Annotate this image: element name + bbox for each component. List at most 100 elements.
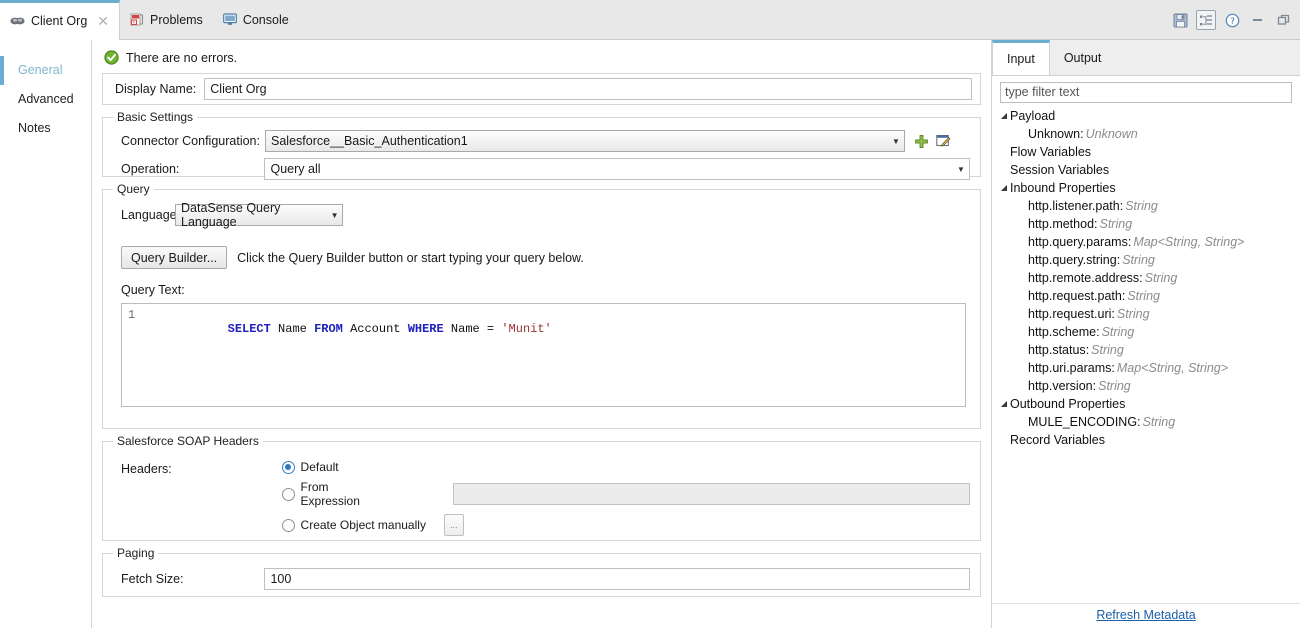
tree-node-label: http.request.path [1028,289,1122,303]
sql-operator: = [479,322,502,336]
outline-tree-icon[interactable] [1196,10,1216,30]
connector-configuration-combo[interactable]: Salesforce__Basic_Authentication1 ▼ [265,130,905,152]
radio-create-object-manually[interactable]: Create Object manually ... [281,514,970,536]
validation-status: There are no errors. [92,40,991,73]
tree-node-label: http.listener.path [1028,199,1120,213]
sidebar-item-label: Notes [18,121,51,135]
tree-node[interactable]: Session Variables [998,161,1300,179]
settings-sidebar: General Advanced Notes [0,40,92,628]
tree-node[interactable]: http.query.string : String [998,251,1300,269]
connector-editor: There are no errors. Display Name: Clien… [92,40,992,628]
tree-node-label: http.method [1028,217,1095,231]
filter-input[interactable]: type filter text [1000,82,1292,103]
language-value: DataSense Query Language [181,201,281,229]
radio-indicator [281,487,295,501]
operation-label: Operation: [121,162,180,176]
tree-node-label: Payload [1010,109,1056,123]
sql-identifier: Name [450,322,480,336]
tab-console[interactable]: Console [213,0,299,39]
close-icon[interactable]: ✕ [97,14,109,28]
display-name-panel: Display Name: Client Org [102,73,981,105]
query-builder-hint: Click the Query Builder button or start … [237,250,584,265]
tree-node-type: String [1091,343,1124,357]
tree-node-separator: : [1121,289,1126,303]
connector-configuration-label: Connector Configuration: [121,134,260,148]
tree-node-type: String [1099,217,1133,231]
tree-node-separator: : [1127,235,1132,249]
tree-node[interactable]: Flow Variables [998,143,1300,161]
tree-node[interactable]: http.listener.path : String [998,197,1300,215]
tree-node[interactable]: http.uri.params : Map<String, String> [998,359,1300,377]
tab-label: Console [242,12,289,27]
tree-node[interactable]: MULE_ENCODING : String [998,413,1300,431]
paging-group: Paging Fetch Size: 100 [102,546,981,597]
tree-node[interactable]: http.request.uri : String [998,305,1300,323]
tab-output[interactable]: Output [1050,40,1116,75]
tree-node-type: String [1101,325,1135,339]
save-icon[interactable] [1170,10,1190,30]
tree-node-label: http.query.string [1028,253,1117,267]
tree-node-type: Map<String, String> [1133,235,1245,249]
radio-default[interactable]: Default [281,460,970,474]
tree-node-separator: : [1096,325,1100,339]
tree-node-type: String [1098,379,1131,393]
sidebar-item-advanced[interactable]: Advanced [0,85,91,114]
basic-settings-title: Basic Settings [113,110,198,124]
tree-node-separator: : [1085,343,1090,357]
sql-keyword: SELECT [227,322,271,336]
chevron-down-icon: ▼ [330,210,339,220]
tree-node[interactable]: http.method : String [998,215,1300,233]
minimize-icon[interactable] [1248,10,1268,30]
tree-node-separator: : [1116,253,1121,267]
fetch-size-input[interactable]: 100 [264,568,970,590]
tree-node[interactable]: http.scheme : String [998,323,1300,341]
tree-node[interactable]: Unknown : Unknown [998,125,1300,143]
tree-node[interactable]: http.status : String [998,341,1300,359]
add-config-icon[interactable] [914,134,929,149]
tree-node[interactable]: http.request.path : String [998,287,1300,305]
tree-node-label: http.version [1028,379,1093,393]
sql-space [343,322,350,336]
connector-configuration-value: Salesforce__Basic_Authentication1 [271,134,468,148]
tree-node[interactable]: http.version : String [998,377,1300,395]
tree-node-label: Session Variables [1010,163,1110,177]
tab-input[interactable]: Input [992,40,1050,75]
query-text-editor[interactable]: 1 SELECT Name FROM Account WHERE Name = … [121,303,966,407]
tab-problems[interactable]: x Problems [120,0,213,39]
expand-arrow-icon: ◢ [1000,399,1008,408]
tree-node-type: String [1142,415,1176,429]
fetch-size-label: Fetch Size: [121,572,184,586]
display-name-input[interactable]: Client Org [204,78,972,100]
tree-node[interactable]: Record Variables [998,431,1300,449]
refresh-metadata-link[interactable]: Refresh Metadata [1096,608,1195,622]
maximize-icon[interactable] [1274,10,1294,30]
radio-from-expression[interactable]: From Expression [281,480,970,508]
tree-node-label: http.request.uri [1028,307,1112,321]
tree-node-separator: : [1094,217,1098,231]
operation-value: Query all [270,162,321,176]
create-object-button[interactable]: ... [443,514,464,536]
tab-label: Output [1063,50,1102,65]
tree-node[interactable]: ◢ Inbound Properties [998,179,1300,197]
edit-config-icon[interactable] [936,134,951,149]
sidebar-item-notes[interactable]: Notes [0,114,91,143]
tree-node[interactable]: http.query.params : Map<String, String> [998,233,1300,251]
help-icon[interactable]: ? [1222,10,1242,30]
basic-settings-group: Basic Settings Connector Configuration: … [102,110,981,180]
expression-input[interactable] [453,483,970,505]
tree-node[interactable]: ◢ Payload [998,107,1300,125]
language-combo[interactable]: DataSense Query Language ▼ [175,201,343,229]
tree-node-label: Record Variables [1010,433,1105,447]
tree-node-type: Map<String, String> [1116,361,1229,375]
tree-node[interactable]: http.remote.address : String [998,269,1300,287]
sidebar-item-label: General [18,63,63,77]
tree-node-type: String [1116,307,1150,321]
tree-node-label: Unknown [1028,127,1081,141]
query-builder-button[interactable]: Query Builder... [121,246,228,269]
tab-client-org[interactable]: Client Org ✕ [0,0,121,40]
language-label: Language: [121,208,181,222]
operation-combo[interactable]: Query all ▼ [264,158,970,180]
tree-node[interactable]: ◢ Outbound Properties [998,395,1300,413]
tree-node-type: Unknown [1085,127,1138,141]
sidebar-item-general[interactable]: General [0,56,91,85]
